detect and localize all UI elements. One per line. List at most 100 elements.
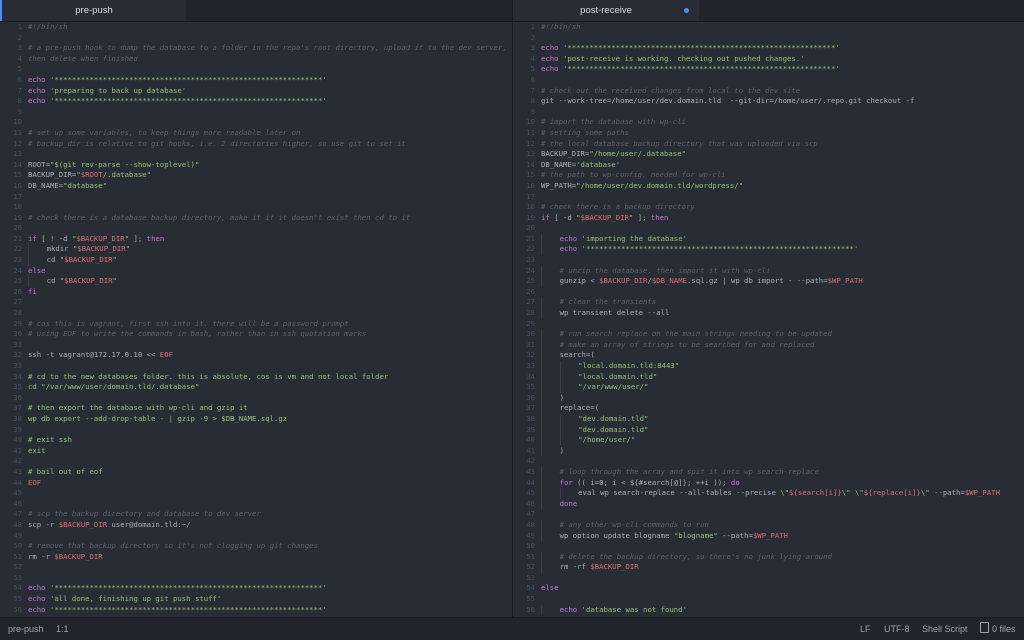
line-number: 6 xyxy=(17,74,22,84)
status-file-name[interactable]: pre-push xyxy=(8,618,44,640)
status-grammar[interactable]: Shell Script xyxy=(922,618,968,640)
code-token: "/home/user/.database" xyxy=(589,149,686,159)
code-line: 1 #!/bin/sh xyxy=(0,22,512,33)
code-token: " xyxy=(112,276,117,286)
code-line: 10 # import the database with wp-cli xyxy=(513,117,1024,128)
line-number: 2 xyxy=(530,32,535,42)
line-number: 43 xyxy=(526,466,535,476)
line-code: #!/bin/sh xyxy=(28,22,68,33)
code-token: # clear the transients xyxy=(559,297,657,307)
code-line: 16 DB_NAME="database" xyxy=(0,181,512,192)
code-line: 12 # backup_dir is relative to git hooks,… xyxy=(0,139,512,150)
line-code: replace=( xyxy=(541,403,599,414)
line-number: 5 xyxy=(17,64,22,74)
line-number: 12 xyxy=(13,138,22,148)
line-number: 16 xyxy=(13,180,22,190)
code-line: 53 xyxy=(513,573,1024,584)
code-line: 22 mkdir "$BACKUP_DIR" xyxy=(0,244,512,256)
line-code: echo 'importing the database' xyxy=(541,233,687,245)
code-line: 20 xyxy=(0,223,512,234)
code-line: 15 BACKUP_DIR="$ROOT/.database" xyxy=(0,170,512,181)
code-line: 31 xyxy=(0,340,512,351)
code-token: '***************************************… xyxy=(562,64,840,74)
line-number: 50 xyxy=(13,541,22,551)
line-code: done xyxy=(541,498,577,510)
code-line: 4 then delete when finished xyxy=(0,54,512,65)
code-line: 40 # exit ssh xyxy=(0,435,512,446)
line-number: 4 xyxy=(17,53,22,63)
right-code-editor[interactable]: 1 #!/bin/sh 2 3 echo '**********************… xyxy=(513,22,1024,618)
code-line: 38 "dev.domain.tld" xyxy=(513,413,1024,425)
line-number: 41 xyxy=(13,445,22,455)
line-code: echo '**********************************… xyxy=(28,96,327,107)
tab-label: pre-push xyxy=(75,5,113,16)
code-line: 36 xyxy=(0,393,512,404)
line-code: ssh -t vagrant@172.17.0.10 << EOF xyxy=(28,350,173,361)
code-token: $WP_PATH xyxy=(827,276,863,286)
code-token: "blogname" xyxy=(673,530,718,540)
indent-guide xyxy=(541,604,560,616)
line-number: 5 xyxy=(530,64,535,74)
code-token: ${search[i]} xyxy=(789,488,842,498)
left-pane: pre-push 1 #!/bin/sh 2 3 # a pre-push hook t… xyxy=(0,0,513,618)
code-line: 44 for (( i=0; i < ${#search[@]}; ++i ))… xyxy=(513,477,1024,489)
code-token: # check there is a backup directory xyxy=(541,202,695,212)
line-number: 16 xyxy=(526,180,535,190)
code-token: $BACKUP_DIR xyxy=(76,233,125,243)
code-token: fi xyxy=(28,286,37,296)
code-token: # make an array of strings to be searche… xyxy=(559,339,815,349)
code-line: 8 git --work-tree=/home/user/dev.domain.t… xyxy=(513,96,1024,107)
status-encoding[interactable]: UTF-8 xyxy=(884,618,910,640)
left-code-editor[interactable]: 1 #!/bin/sh 2 3 # a pre-push hook to dump th… xyxy=(0,22,512,618)
indent-guide xyxy=(541,424,560,436)
code-token: $DB_NAME xyxy=(651,276,688,286)
line-number: 10 xyxy=(526,117,535,127)
status-cursor-position[interactable]: 1:1 xyxy=(56,618,69,640)
tab-pre-push[interactable]: pre-push xyxy=(0,0,186,21)
line-code: # set up some variables, to keep things … xyxy=(28,128,300,139)
line-number: 3 xyxy=(530,43,535,53)
code-line: 42 xyxy=(0,456,512,467)
indent-guide xyxy=(541,466,560,478)
line-number: 9 xyxy=(17,106,22,116)
code-line: 11 # set up some variables, to keep thing… xyxy=(0,128,512,139)
line-number: 17 xyxy=(13,191,22,201)
line-number: 14 xyxy=(13,159,22,169)
line-code: echo '**********************************… xyxy=(28,583,327,594)
code-token: DB_NAME= xyxy=(28,180,64,190)
code-line: 17 xyxy=(0,192,512,203)
line-code: ROOT="$(git rev-parse --show-toplevel)" xyxy=(28,160,199,171)
code-token: EOF xyxy=(28,477,42,487)
code-line: 40 "/home/user/" xyxy=(513,435,1024,446)
line-code: cd "$BACKUP_DIR" xyxy=(28,255,117,266)
line-number: 26 xyxy=(13,286,22,296)
code-line: 24 else xyxy=(0,266,512,277)
code-token: 'database was not found' xyxy=(581,604,687,614)
code-token: # check there is a database backup direc… xyxy=(28,212,411,222)
line-number: 23 xyxy=(526,255,535,265)
line-number: 53 xyxy=(13,572,22,582)
indent-guide xyxy=(559,413,579,425)
line-code: echo '**********************************… xyxy=(541,244,859,256)
line-code: echo '**********************************… xyxy=(541,43,840,54)
code-token: # cos this is vagrant, first ssh into it… xyxy=(28,318,349,328)
line-number: 28 xyxy=(526,308,535,318)
code-line: 6 xyxy=(513,75,1024,86)
indent-guide xyxy=(28,276,47,287)
code-token: # cd to the new databases folder. this i… xyxy=(28,371,389,381)
indent-guide xyxy=(541,498,560,510)
status-line-ending[interactable]: LF xyxy=(860,618,871,640)
line-number: 40 xyxy=(526,435,535,445)
code-line: 34 "local.domain.tld" xyxy=(513,371,1024,383)
line-number: 48 xyxy=(13,519,22,529)
code-line: 27 xyxy=(0,297,512,308)
code-line: 18 xyxy=(0,202,512,213)
code-token: '***************************************… xyxy=(581,244,859,254)
code-line: 14 ROOT="$(git rev-parse --show-toplevel)… xyxy=(0,160,512,171)
line-code: # setting some paths xyxy=(541,128,629,139)
line-code: # then export the database with wp-cli a… xyxy=(28,403,248,414)
code-line: 49 xyxy=(0,531,512,542)
tab-post-receive[interactable]: post-receive xyxy=(513,0,699,21)
status-files[interactable]: 0 files xyxy=(980,618,1016,640)
line-code: echo 'all done, finishing up git push st… xyxy=(28,594,221,605)
